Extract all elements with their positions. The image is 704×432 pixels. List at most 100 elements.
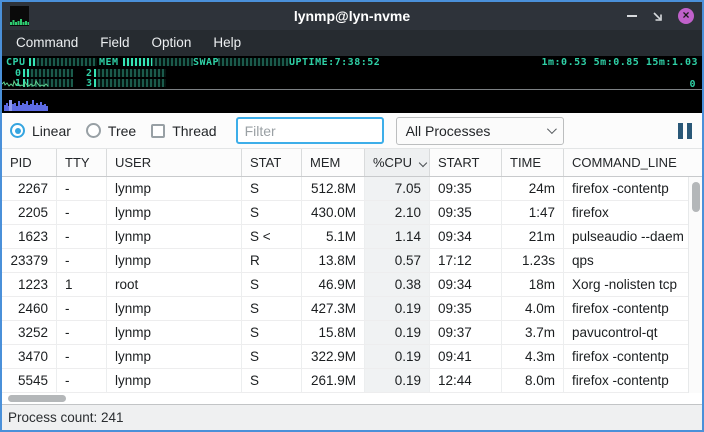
process-row[interactable]: 3252-lynmpS15.8M0.1909:373.7mpavucontrol…	[2, 321, 702, 345]
cpu-label: CPU	[6, 57, 26, 68]
load-average-display: 1m:0.53 5m:0.85 15m:1.03	[542, 57, 699, 68]
thread-checkbox[interactable]	[151, 124, 165, 138]
process-row[interactable]: 2267-lynmpS512.8M7.0509:3524mfirefox -co…	[2, 177, 702, 201]
maximize-button[interactable]	[651, 10, 664, 23]
column-label: PID	[10, 155, 32, 170]
cell-time: 3.7m	[502, 321, 564, 344]
cell-tty: -	[57, 369, 107, 392]
menu-item-field[interactable]: Field	[89, 30, 140, 56]
cell-command-line: firefox	[564, 201, 702, 224]
linear-label[interactable]: Linear	[32, 123, 71, 139]
swap-meter	[218, 58, 290, 66]
cell-time: 24m	[502, 177, 564, 200]
minimize-button[interactable]	[627, 15, 637, 17]
menu-item-command[interactable]: Command	[5, 30, 89, 56]
cell-pid: 2205	[2, 201, 57, 224]
app-window: lynmp@lyn-nvme × Command Field Option He…	[0, 0, 704, 432]
cell-command-line: Xorg -nolisten tcp	[564, 273, 702, 296]
cell-stat: S <	[242, 225, 302, 248]
filter-input[interactable]	[236, 117, 384, 144]
cell-tty: -	[57, 201, 107, 224]
column-header-cpu[interactable]: %CPU	[365, 149, 430, 176]
window-title: lynmp@lyn-nvme	[2, 8, 702, 24]
column-header-stat[interactable]: STAT	[242, 149, 302, 176]
tree-radio[interactable]	[86, 123, 101, 138]
cell-tty: -	[57, 177, 107, 200]
cell-pid: 3252	[2, 321, 57, 344]
column-label: START	[438, 155, 479, 170]
menu-bar: Command Field Option Help	[2, 30, 702, 56]
cell-start: 17:12	[430, 249, 502, 272]
linear-radio[interactable]	[10, 123, 25, 138]
cell-start: 09:35	[430, 177, 502, 200]
cell-start: 09:37	[430, 321, 502, 344]
cell-mem: 15.8M	[302, 321, 365, 344]
column-label: TTY	[65, 155, 90, 170]
cell-command-line: firefox -contentp	[564, 369, 702, 392]
pause-button[interactable]	[678, 123, 694, 139]
cell-start: 12:44	[430, 369, 502, 392]
cell-user: lynmp	[107, 321, 242, 344]
cell-cpu: 2.10	[365, 201, 430, 224]
horizontal-scrollbar-handle[interactable]	[8, 395, 66, 402]
cell-cpu: 0.38	[365, 273, 430, 296]
process-scope-select[interactable]: All Processes	[396, 117, 564, 145]
process-scope-value: All Processes	[406, 123, 491, 139]
close-button[interactable]: ×	[678, 8, 694, 24]
cell-time: 1:47	[502, 201, 564, 224]
table-header: PID TTY USERSTATMEM%CPU START TIMECOMMAND_LI…	[2, 148, 702, 177]
cell-user: lynmp	[107, 369, 242, 392]
close-icon: ×	[682, 8, 689, 22]
title-bar[interactable]: lynmp@lyn-nvme ×	[2, 2, 702, 30]
cell-command-line: firefox -contentp	[564, 297, 702, 320]
cell-pid: 3470	[2, 345, 57, 368]
column-header-time[interactable]: TIME	[502, 149, 564, 176]
cell-start: 09:35	[430, 201, 502, 224]
menu-item-option[interactable]: Option	[141, 30, 203, 56]
cell-stat: S	[242, 273, 302, 296]
cell-user: lynmp	[107, 225, 242, 248]
menu-item-help[interactable]: Help	[202, 30, 252, 56]
cell-mem: 512.8M	[302, 177, 365, 200]
process-row[interactable]: 5545-lynmpS261.9M0.1912:448.0mfirefox -c…	[2, 369, 702, 393]
process-row[interactable]: 23379-lynmpR13.8M0.5717:121.23sqps	[2, 249, 702, 273]
cell-command-line: pavucontrol-qt	[564, 321, 702, 344]
column-header-tty[interactable]: TTY	[57, 149, 107, 176]
system-monitor-panel[interactable]: CPU MEM SWAP UPTIME:7:38:52 1m:0.53 5m:0…	[2, 56, 702, 113]
cell-mem: 430.0M	[302, 201, 365, 224]
cell-mem: 322.9M	[302, 345, 365, 368]
core3-label: 3	[86, 78, 93, 89]
vertical-scrollbar[interactable]	[688, 177, 702, 393]
cell-user: root	[107, 273, 242, 296]
sort-descending-icon	[419, 158, 427, 166]
horizontal-scrollbar[interactable]	[2, 393, 702, 404]
column-header-start[interactable]: START	[430, 149, 502, 176]
vertical-scrollbar-handle[interactable]	[692, 182, 700, 212]
process-row[interactable]: 1623-lynmpS <5.1M1.1409:3421mpulseaudio …	[2, 225, 702, 249]
cell-tty: -	[57, 249, 107, 272]
column-header-pid[interactable]: PID	[2, 149, 57, 176]
process-row[interactable]: 12231rootS46.9M0.3809:3418mXorg -noliste…	[2, 273, 702, 297]
cell-tty: -	[57, 225, 107, 248]
column-header-mem[interactable]: MEM	[302, 149, 365, 176]
tree-label[interactable]: Tree	[108, 123, 136, 139]
cell-time: 4.3m	[502, 345, 564, 368]
process-row[interactable]: 2205-lynmpS430.0M2.1009:351:47firefox	[2, 201, 702, 225]
graph-separator	[2, 89, 702, 90]
cell-pid: 2267	[2, 177, 57, 200]
core2-meter	[94, 69, 166, 77]
thread-label[interactable]: Thread	[172, 123, 216, 139]
process-row[interactable]: 3470-lynmpS322.9M0.1909:414.3mfirefox -c…	[2, 345, 702, 369]
process-row[interactable]: 2460-lynmpS427.3M0.1909:354.0mfirefox -c…	[2, 297, 702, 321]
cpu-history-graph	[2, 77, 49, 89]
cpu-meter	[29, 58, 97, 66]
cell-mem: 427.3M	[302, 297, 365, 320]
column-header-command-line[interactable]: COMMAND_LINE	[564, 149, 702, 176]
column-header-user[interactable]: USER	[107, 149, 242, 176]
cell-mem: 5.1M	[302, 225, 365, 248]
cell-mem: 13.8M	[302, 249, 365, 272]
cell-user: lynmp	[107, 345, 242, 368]
cell-stat: S	[242, 321, 302, 344]
pause-icon	[678, 123, 683, 139]
process-count: Process count: 241	[8, 410, 124, 425]
